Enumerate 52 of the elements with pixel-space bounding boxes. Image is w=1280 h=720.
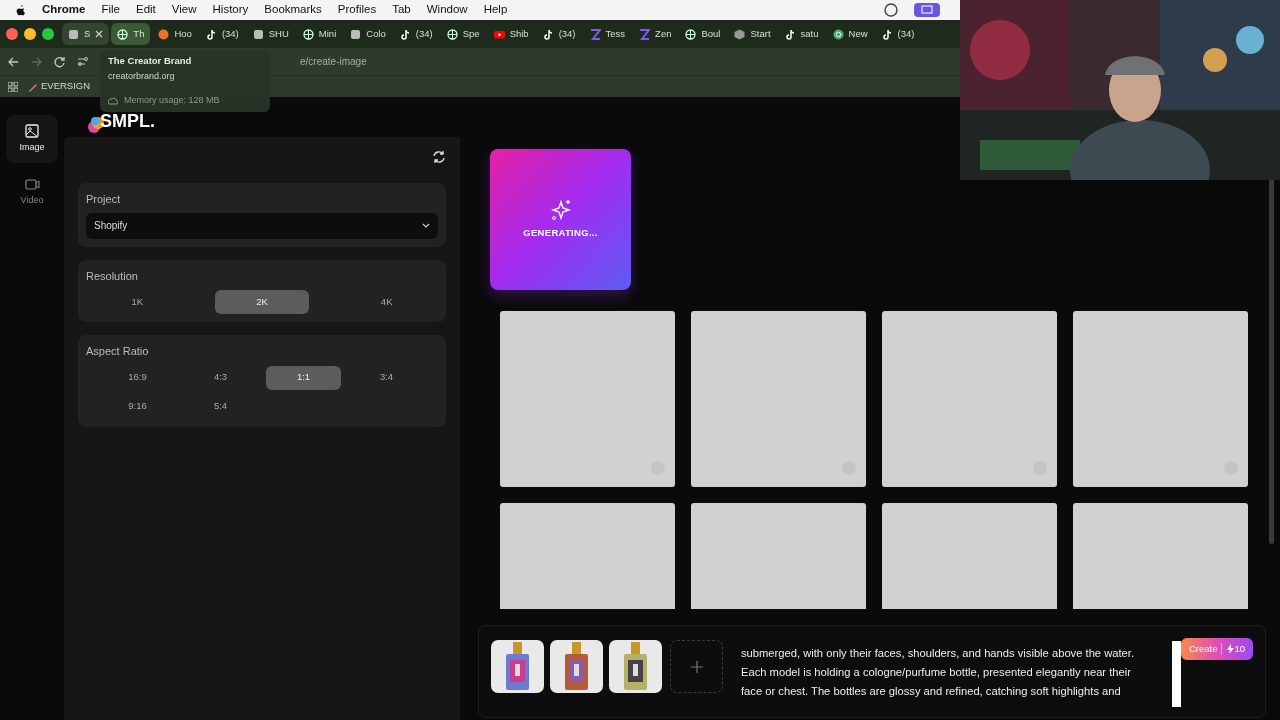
- option-button[interactable]: 5:4: [183, 394, 258, 419]
- menu-item[interactable]: Help: [483, 1, 508, 19]
- app-menu[interactable]: Chrome: [42, 1, 86, 19]
- prompt-field[interactable]: submerged, with only their faces, shoulders, and hands visible above the water. Each model is holding a cologne/purfume bottle, presented elegantly near their face or chest. The bottles are glossy and refined, catching soft highlights and: [741, 644, 1161, 712]
- browser-tab[interactable]: (34): [536, 23, 582, 45]
- sidebar-item[interactable]: Image: [6, 115, 58, 163]
- browser-tab[interactable]: (34): [393, 23, 439, 45]
- option-button[interactable]: 1K: [90, 290, 185, 314]
- option-button[interactable]: 2K: [214, 290, 310, 314]
- browser-tab[interactable]: Start: [728, 23, 777, 45]
- browser-tab[interactable]: Colo: [344, 23, 392, 45]
- option-button[interactable]: 9:16: [100, 394, 175, 419]
- menu-item[interactable]: Bookmarks: [264, 1, 322, 19]
- field-label: Project: [86, 192, 122, 207]
- field-label: Resolution: [86, 268, 139, 284]
- browser-tab[interactable]: Boul: [679, 23, 727, 45]
- option-button[interactable]: 4K: [339, 290, 434, 314]
- browser-tab[interactable]: Spe: [440, 23, 486, 45]
- option-button[interactable]: 16:9: [100, 365, 175, 390]
- field-label: Aspect Ratio: [86, 344, 150, 359]
- browser-tab[interactable]: satu: [778, 23, 825, 45]
- browser-tab[interactable]: Shib: [487, 23, 535, 45]
- option-button[interactable]: 3:4: [349, 365, 424, 390]
- browser-tab[interactable]: S: [62, 23, 110, 45]
- browser-tab[interactable]: Hoo: [152, 23, 198, 45]
- logo-text: SMPL.: [100, 110, 155, 133]
- create-button[interactable]: Create 10: [1180, 638, 1253, 660]
- menu-item[interactable]: Window: [426, 1, 468, 19]
- option-button[interactable]: 4:3: [183, 365, 258, 390]
- browser-tab[interactable]: (34): [875, 23, 921, 45]
- menu-item[interactable]: File: [101, 1, 120, 19]
- menu-item[interactable]: Tab: [392, 1, 411, 19]
- tooltip-title: The Creator Brand: [108, 54, 193, 68]
- menu-item[interactable]: History: [212, 1, 249, 19]
- browser-tab[interactable]: Th: [111, 23, 151, 45]
- address-field[interactable]: e/create-image: [300, 54, 367, 69]
- browser-tab[interactable]: New: [826, 23, 874, 45]
- browser-tab[interactable]: SHU: [246, 23, 295, 45]
- tooltip-domain: creatorbrand.org: [108, 70, 176, 84]
- browser-tab[interactable]: Zen: [633, 23, 678, 45]
- sidebar-item[interactable]: Video: [6, 169, 58, 217]
- project-select[interactable]: Shopify: [86, 212, 438, 239]
- memory-usage: Memory usage: 128 MB: [124, 93, 220, 107]
- option-button[interactable]: 1:1: [266, 365, 341, 390]
- generating-card: GENERATING...: [490, 149, 631, 290]
- bookmark[interactable]: EVERSIGN: [28, 79, 91, 94]
- menu-item[interactable]: View: [171, 1, 197, 19]
- menu-item[interactable]: Profiles: [337, 1, 377, 19]
- browser-tab[interactable]: Tess: [583, 23, 632, 45]
- browser-tab[interactable]: (34): [199, 23, 245, 45]
- browser-tab[interactable]: Mini: [296, 23, 343, 45]
- menu-item[interactable]: Edit: [136, 1, 156, 19]
